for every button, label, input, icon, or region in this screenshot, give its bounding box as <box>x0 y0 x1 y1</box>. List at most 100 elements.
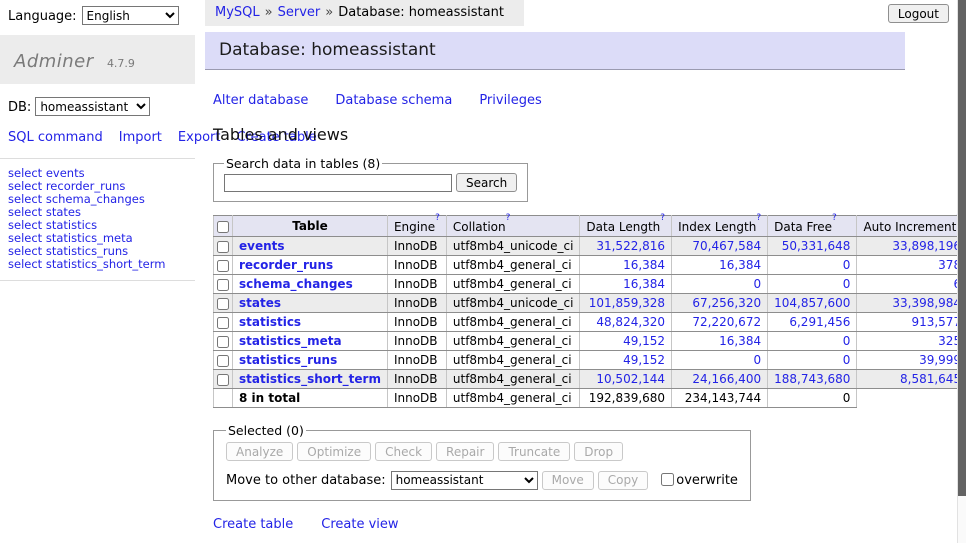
cell-index-length-link[interactable]: 16,384 <box>719 334 761 348</box>
cell-index-length: 70,467,584 <box>672 237 768 256</box>
drop-button[interactable]: Drop <box>574 442 623 461</box>
column-label: Data Length <box>586 220 660 234</box>
table-name-link[interactable]: statistics_runs <box>239 353 337 367</box>
sidebar-link-sql-command[interactable]: SQL command <box>8 130 103 145</box>
action-link-alter-database[interactable]: Alter database <box>213 93 308 108</box>
sidebar-link-import[interactable]: Import <box>119 130 162 145</box>
action-link-database-schema[interactable]: Database schema <box>335 93 452 108</box>
column-label: Table <box>292 219 328 233</box>
column-help-link[interactable]: ? <box>660 213 665 223</box>
column-help-link[interactable]: ? <box>756 213 761 223</box>
column-help-link[interactable]: ? <box>832 213 837 223</box>
row-checkbox[interactable] <box>217 241 229 253</box>
selected-fieldset: Selected (0) AnalyzeOptimizeCheckRepairT… <box>213 423 751 501</box>
cell-index-length-link[interactable]: 70,467,584 <box>692 239 761 253</box>
cell-index-length-link[interactable]: 0 <box>753 277 761 291</box>
column-help-link[interactable]: ? <box>506 213 511 223</box>
cell-auto-increment-link[interactable]: 33,898,196 <box>892 239 961 253</box>
tables-list-body: eventsInnoDButf8mb4_unicode_ci31,522,816… <box>214 237 966 408</box>
cell-auto-increment-link[interactable]: 913,577 <box>911 315 961 329</box>
cell-auto-increment: 6 <box>857 275 966 294</box>
cell-index-length-link[interactable]: 16,384 <box>719 258 761 272</box>
cell-data-free-link[interactable]: 0 <box>843 353 851 367</box>
cell-engine: InnoDB <box>387 313 446 332</box>
cell-data-free-link[interactable]: 50,331,648 <box>782 239 851 253</box>
action-link-privileges[interactable]: Privileges <box>479 93 542 108</box>
language-select[interactable]: English <box>82 6 179 25</box>
cell-data-free-link[interactable]: 0 <box>843 277 851 291</box>
cell-data-length-link[interactable]: 48,824,320 <box>596 315 665 329</box>
copy-button[interactable]: Copy <box>598 471 648 490</box>
select-all-checkbox[interactable] <box>217 221 229 233</box>
language-label: Language: <box>8 9 77 24</box>
logout-button[interactable]: Logout <box>888 4 949 23</box>
search-input[interactable] <box>224 174 452 192</box>
link-create-view[interactable]: Create view <box>321 517 398 532</box>
search-button[interactable]: Search <box>456 173 517 192</box>
cell-auto-increment-link[interactable]: 39,999 <box>919 353 961 367</box>
cell-table-name: schema_changes <box>233 275 388 294</box>
overwrite-checkbox[interactable] <box>661 473 674 486</box>
cell-data-length-link[interactable]: 49,152 <box>623 334 665 348</box>
row-checkbox[interactable] <box>217 355 229 367</box>
column-header-data-free: Data Free? <box>768 216 857 237</box>
sidebar-select-table-link[interactable]: select statistics_short_term <box>8 258 187 271</box>
row-checkbox[interactable] <box>217 317 229 329</box>
link-create-table[interactable]: Create table <box>213 517 293 532</box>
cell-data-length-link[interactable]: 10,502,144 <box>596 372 665 386</box>
move-database-select[interactable]: homeassistant <box>391 471 538 490</box>
table-name-link[interactable]: states <box>239 296 281 310</box>
row-checkbox[interactable] <box>217 279 229 291</box>
cell-data-free-link[interactable]: 188,743,680 <box>774 372 850 386</box>
breadcrumb-current: Database: homeassistant <box>338 5 504 20</box>
column-label: Index Length <box>678 220 756 234</box>
cell-data-free-link[interactable]: 0 <box>843 258 851 272</box>
scrollbar-thumb[interactable] <box>958 0 966 496</box>
cell-data-length-link[interactable]: 31,522,816 <box>596 239 665 253</box>
cell-data-length-link[interactable]: 16,384 <box>623 258 665 272</box>
cell-data-free-link[interactable]: 6,291,456 <box>789 315 850 329</box>
breadcrumb-link[interactable]: Server <box>278 5 321 20</box>
db-row: DB:homeassistant <box>0 84 195 118</box>
check-button[interactable]: Check <box>375 442 432 461</box>
column-help-link[interactable]: ? <box>435 213 440 223</box>
total-blank-cell <box>857 389 966 408</box>
row-check-cell <box>214 256 233 275</box>
cell-data-length-link[interactable]: 49,152 <box>623 353 665 367</box>
row-checkbox[interactable] <box>217 298 229 310</box>
total-label: 8 in total <box>233 389 388 408</box>
breadcrumb-link[interactable]: MySQL <box>215 5 260 20</box>
cell-auto-increment-link[interactable]: 8,581,645 <box>900 372 961 386</box>
row-checkbox[interactable] <box>217 260 229 272</box>
cell-data-length-link[interactable]: 101,859,328 <box>589 296 665 310</box>
table-row: statesInnoDButf8mb4_unicode_ci101,859,32… <box>214 294 966 313</box>
cell-index-length-link[interactable]: 24,166,400 <box>692 372 761 386</box>
cell-index-length-link[interactable]: 0 <box>753 353 761 367</box>
table-name-link[interactable]: statistics_short_term <box>239 372 381 386</box>
db-select[interactable]: homeassistant <box>35 97 150 116</box>
sidebar-links: SQL commandImportExportCreate table <box>8 129 183 147</box>
truncate-button[interactable]: Truncate <box>498 442 570 461</box>
cell-data-free-link[interactable]: 0 <box>843 334 851 348</box>
scrollbar-track[interactable] <box>957 0 966 543</box>
repair-button[interactable]: Repair <box>436 442 494 461</box>
row-checkbox[interactable] <box>217 336 229 348</box>
cell-data-length-link[interactable]: 16,384 <box>623 277 665 291</box>
cell-index-length-link[interactable]: 72,220,672 <box>692 315 761 329</box>
cell-auto-increment-link[interactable]: 33,398,984 <box>892 296 961 310</box>
column-header-auto-increment: Auto Increment? <box>857 216 966 237</box>
move-button[interactable]: Move <box>542 471 594 490</box>
table-name-link[interactable]: statistics_meta <box>239 334 342 348</box>
app-version: 4.7.9 <box>107 57 135 70</box>
analyze-button[interactable]: Analyze <box>226 442 293 461</box>
table-name-link[interactable]: recorder_runs <box>239 258 333 272</box>
cell-index-length-link[interactable]: 67,256,320 <box>692 296 761 310</box>
cell-data-free-link[interactable]: 104,857,600 <box>774 296 850 310</box>
row-checkbox[interactable] <box>217 374 229 386</box>
table-name-link[interactable]: schema_changes <box>239 277 353 291</box>
table-name-link[interactable]: statistics <box>239 315 301 329</box>
table-name-link[interactable]: events <box>239 239 285 253</box>
optimize-button[interactable]: Optimize <box>297 442 371 461</box>
cell-index-length: 0 <box>672 351 768 370</box>
cell-collation: utf8mb4_general_ci <box>446 313 580 332</box>
